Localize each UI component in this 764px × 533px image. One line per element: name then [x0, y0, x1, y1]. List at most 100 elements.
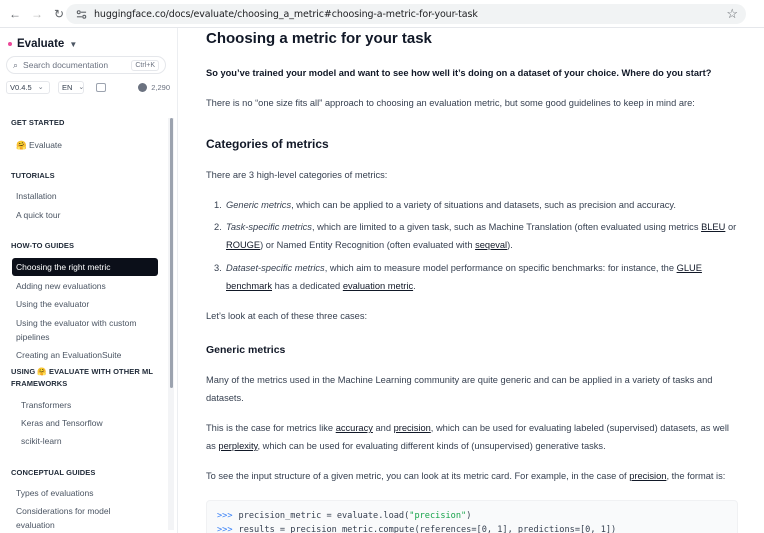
text-run: , which can be used for evaluating label…: [430, 423, 729, 433]
generic-heading: Generic metrics: [206, 344, 286, 356]
list-number: 2.: [214, 222, 222, 232]
text-run: and: [372, 423, 394, 433]
brand-dot-icon: [8, 42, 12, 46]
bookmark-star-icon[interactable]: ☆: [726, 6, 738, 22]
text-run: as: [206, 441, 219, 451]
chevron-down-icon: ⌄: [37, 84, 44, 91]
address-bar[interactable]: huggingface.co/docs/evaluate/choosing_a_…: [66, 4, 746, 24]
generic-paragraph-1b: datasets.: [206, 393, 244, 403]
perplexity-link[interactable]: perplexity: [218, 441, 257, 451]
site-settings-icon[interactable]: [74, 7, 88, 21]
sidebar-item-transformers[interactable]: Transformers: [21, 398, 71, 412]
cases-text: Let’s look at each of these three cases:: [206, 311, 368, 321]
precision-link[interactable]: precision: [394, 423, 431, 433]
list-term: Generic metrics: [226, 200, 292, 210]
code-block: >>> precision_metric = evaluate.load("pre…: [206, 500, 738, 533]
sidebar-item-evaluate[interactable]: 🤗 Evaluate: [16, 138, 62, 152]
language-value: EN: [62, 82, 73, 92]
section-other-frameworks: USING 🤗 EVALUATE WITH OTHER ML: [11, 367, 154, 376]
docs-sidebar: Evaluate ▼ ⌕ Search documentation Ctrl+K…: [0, 28, 178, 533]
evaluation-metric-link[interactable]: evaluation metric: [343, 281, 413, 291]
library-selector[interactable]: Evaluate ▼: [8, 38, 77, 50]
list-item: 3. Dataset-specific metrics, which aim t…: [214, 259, 742, 295]
generic-paragraph-3: To see the input structure of a given me…: [206, 467, 742, 485]
page-title: Choosing a metric for your task: [206, 30, 432, 47]
sidebar-item-evaluation-suite[interactable]: Creating an EvaluationSuite: [16, 348, 121, 362]
section-conceptual-guides: CONCEPTUAL GUIDES: [11, 468, 96, 477]
code-prompt: >>>: [217, 525, 233, 533]
code-text: ): [466, 511, 472, 521]
rouge-link[interactable]: ROUGE: [226, 240, 260, 250]
section-other-frameworks-cont: FRAMEWORKS: [11, 379, 68, 388]
list-item: 2. Task-specific metrics, which are limi…: [214, 218, 742, 254]
text-run: , which can be used for evaluating diffe…: [257, 441, 606, 451]
code-string: "precision": [409, 511, 467, 521]
language-select[interactable]: EN ⌄: [58, 80, 85, 94]
text-run: To see the input structure of a given me…: [206, 471, 630, 481]
list-text: ).: [507, 240, 513, 250]
github-link[interactable]: 2,290: [138, 82, 170, 92]
search-placeholder: Search documentation: [23, 60, 109, 70]
section-tutorials: TUTORIALS: [11, 171, 55, 180]
glue-benchmark-link[interactable]: benchmark: [226, 281, 272, 291]
forward-arrow-icon[interactable]: →: [28, 5, 46, 23]
list-number: 3.: [214, 263, 222, 273]
intro-bold: So you’ve trained your model and want to…: [206, 68, 712, 78]
sidebar-item-quick-tour[interactable]: A quick tour: [16, 208, 60, 222]
chevron-down-icon: ▼: [69, 39, 78, 49]
accuracy-link[interactable]: accuracy: [336, 423, 373, 433]
sidebar-item-evaluator-custom[interactable]: Using the evaluator with custom: [16, 316, 136, 330]
sidebar-item-evaluator-custom-cont[interactable]: pipelines: [16, 330, 50, 344]
sidebar-item-installation[interactable]: Installation: [16, 189, 57, 203]
sidebar-scroll-thumb[interactable]: [170, 118, 173, 388]
version-select[interactable]: V0.4.5 ⌄: [6, 80, 50, 94]
sidebar-item-types-evaluations[interactable]: Types of evaluations: [16, 486, 94, 500]
brand-label: Evaluate: [17, 38, 65, 50]
version-row: V0.4.5 ⌄ EN ⌄ 2,290: [6, 80, 170, 94]
sidebar-item-keras[interactable]: Keras and Tensorflow: [21, 416, 103, 430]
code-line: >>> results = precision_metric.compute(re…: [217, 523, 727, 533]
precision-card-link[interactable]: precision: [629, 471, 666, 481]
sidebar-item-considerations[interactable]: Considerations for model: [16, 504, 111, 518]
generic-paragraph-2: This is the case for metrics like accura…: [206, 419, 742, 455]
sidebar-item-adding-evaluations[interactable]: Adding new evaluations: [16, 279, 106, 293]
sidebar-item-using-evaluator[interactable]: Using the evaluator: [16, 297, 89, 311]
categories-heading: Categories of metrics: [206, 137, 329, 151]
search-shortcut: Ctrl+K: [131, 59, 159, 71]
sidebar-item-choosing-metric[interactable]: Choosing the right metric: [12, 258, 158, 276]
list-item: 1. Generic metrics, which can be applied…: [214, 196, 742, 214]
list-text: , which aim to measure model performance…: [324, 263, 677, 273]
glue-link[interactable]: GLUE: [677, 263, 702, 273]
search-icon: ⌕: [13, 59, 19, 70]
list-term: Dataset-specific metrics: [226, 263, 325, 273]
back-arrow-icon[interactable]: ←: [6, 5, 24, 23]
intro-text: There is no “one size fits all” approach…: [206, 98, 695, 108]
main-content: Choosing a metric for your task So you’v…: [178, 28, 764, 533]
list-text: .: [413, 281, 416, 291]
search-input[interactable]: ⌕ Search documentation Ctrl+K: [6, 56, 166, 74]
github-icon: [138, 82, 148, 92]
list-number: 1.: [214, 200, 222, 210]
code-prompt: >>>: [217, 511, 233, 521]
theme-toggle-icon[interactable]: [96, 82, 106, 92]
categories-intro: There are 3 high-level categories of met…: [206, 170, 388, 180]
list-text: ) or Named Entity Recognition (often eva…: [260, 240, 476, 250]
text-run: This is the case for metrics like: [206, 423, 336, 433]
list-text: or: [725, 222, 737, 232]
list-text: , which are limited to a given task, suc…: [311, 222, 702, 232]
generic-paragraph-1: Many of the metrics used in the Machine …: [206, 375, 713, 385]
section-how-to-guides: HOW-TO GUIDES: [11, 241, 75, 250]
section-get-started: GET STARTED: [11, 118, 65, 127]
sidebar-item-sklearn[interactable]: scikit-learn: [21, 434, 62, 448]
url-text[interactable]: huggingface.co/docs/evaluate/choosing_a_…: [94, 9, 478, 20]
text-run: , the format is:: [666, 471, 726, 481]
code-text: results = precision_metric.compute(refer…: [238, 525, 617, 533]
version-value: V0.4.5: [10, 82, 32, 92]
sidebar-item-considerations-cont[interactable]: evaluation: [16, 518, 55, 532]
browser-toolbar: ← → ↻ huggingface.co/docs/evaluate/choos…: [0, 0, 764, 28]
list-text: has a dedicated: [272, 281, 343, 291]
bleu-link[interactable]: BLEU: [701, 222, 725, 232]
seqeval-link[interactable]: seqeval: [475, 240, 507, 250]
chevron-down-icon: ⌄: [78, 84, 85, 91]
code-line: >>> precision_metric = evaluate.load("pre…: [217, 509, 727, 523]
